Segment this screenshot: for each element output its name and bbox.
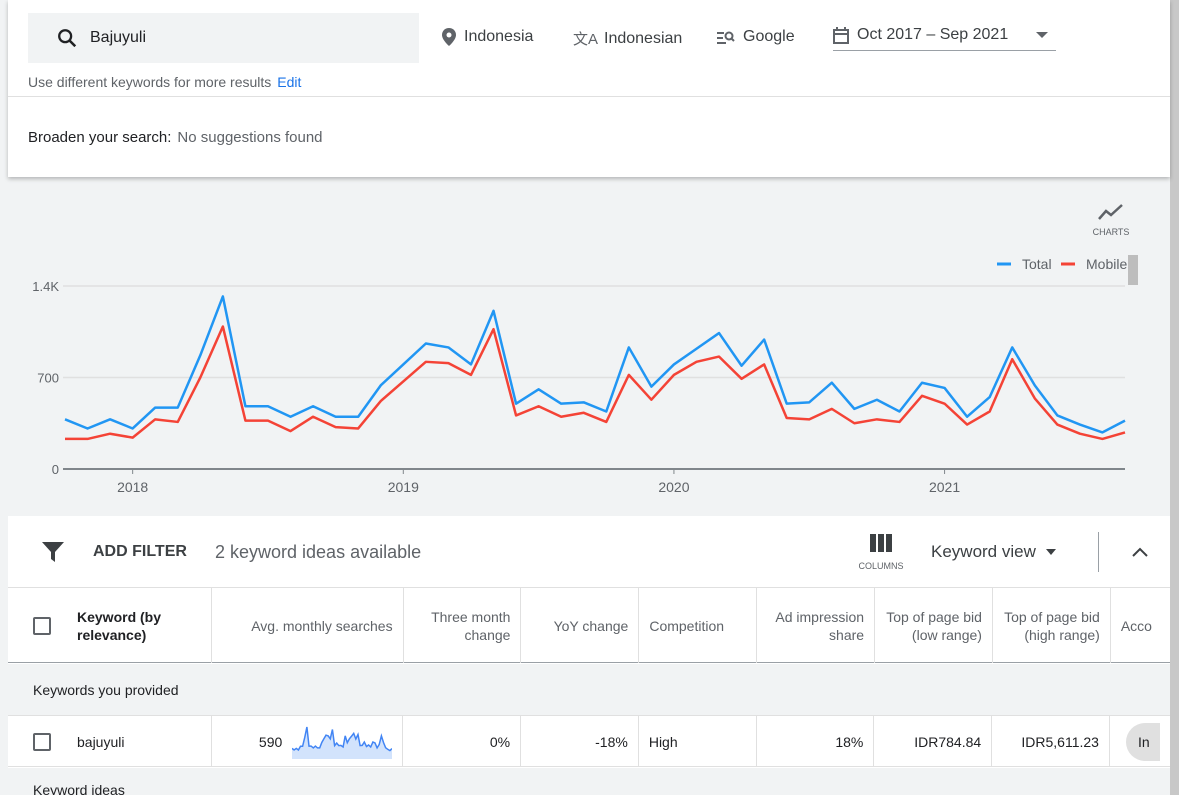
columns-label: COLUMNS bbox=[858, 561, 904, 571]
broaden-value: No suggestions found bbox=[177, 129, 323, 146]
language-label: Indonesian bbox=[604, 29, 683, 47]
location-selector[interactable]: Indonesia bbox=[442, 28, 533, 46]
edit-link[interactable]: Edit bbox=[277, 74, 301, 90]
filter-bar: ADD FILTER 2 keyword ideas available COL… bbox=[8, 516, 1170, 588]
keyword-cell: bajuyuli bbox=[77, 733, 125, 750]
filter-icon[interactable] bbox=[42, 542, 64, 562]
series-line-total bbox=[64, 295, 1126, 434]
search-icon bbox=[58, 29, 77, 48]
header-label: Top of page bid (low range) bbox=[886, 608, 982, 643]
calendar-icon bbox=[833, 26, 849, 44]
header-bid-high[interactable]: Top of page bid (high range) bbox=[993, 588, 1111, 663]
x-tick-label: 2019 bbox=[388, 479, 419, 495]
table-row[interactable]: bajuyuli 590 0% -18% High 18% IDR784.84 … bbox=[8, 716, 1170, 767]
header-label: YoY change bbox=[553, 617, 629, 634]
legend-label: Total bbox=[1022, 256, 1052, 272]
search-volume-chart: 0 700 1.4K 2018 2019 2020 2021 Total Mobile bbox=[32, 255, 1138, 495]
keyword-table: Keyword (by relevance) Avg. monthly sear… bbox=[8, 588, 1170, 795]
section-provided: Keywords you provided bbox=[8, 664, 1170, 716]
search-query: Bajuyuli bbox=[90, 29, 147, 46]
x-tick-label: 2021 bbox=[929, 479, 960, 495]
y-tick-label: 1.4K bbox=[32, 279, 59, 294]
header-competition[interactable]: Competition bbox=[639, 588, 758, 663]
columns-icon bbox=[870, 534, 892, 552]
date-range-label: Oct 2017 – Sep 2021 bbox=[857, 26, 1009, 43]
account-status-chip[interactable]: In bbox=[1125, 722, 1160, 761]
header-label: Ad impression share bbox=[775, 608, 865, 643]
scrollbar[interactable] bbox=[1170, 0, 1179, 795]
header-label: Top of page bid (high range) bbox=[1004, 608, 1100, 643]
x-tick-label: 2020 bbox=[658, 479, 689, 495]
columns-button[interactable]: COLUMNS bbox=[853, 534, 909, 571]
language-selector[interactable]: 文A Indonesian bbox=[573, 28, 682, 49]
legend-label: Mobile bbox=[1086, 256, 1127, 272]
header-label: Avg. monthly searches bbox=[251, 617, 393, 634]
row-checkbox[interactable] bbox=[33, 732, 51, 751]
legend-scroll-handle bbox=[1128, 255, 1138, 285]
header-label: Competition bbox=[649, 617, 725, 634]
network-label: Google bbox=[743, 28, 795, 45]
header-keyword[interactable]: Keyword (by relevance) bbox=[8, 588, 213, 663]
header-bid-low[interactable]: Top of page bid (low range) bbox=[875, 588, 993, 663]
search-network-icon bbox=[717, 31, 735, 44]
translate-icon: 文A bbox=[573, 31, 599, 48]
keyword-count: 2 keyword ideas available bbox=[215, 542, 422, 562]
y-tick-label: 0 bbox=[52, 462, 59, 477]
header-three-month[interactable]: Three month change bbox=[404, 588, 522, 663]
divider bbox=[1098, 532, 1099, 572]
header-yoy[interactable]: YoY change bbox=[521, 588, 640, 663]
series-line-mobile bbox=[65, 325, 1126, 441]
bid-low-cell: IDR784.84 bbox=[914, 733, 982, 750]
broaden-search: Broaden your search: No suggestions found bbox=[28, 129, 323, 146]
x-tick-label: 2018 bbox=[117, 479, 148, 495]
location-pin-icon bbox=[442, 28, 456, 46]
header-label: Three month change bbox=[431, 608, 511, 643]
three-month-cell: 0% bbox=[489, 733, 511, 750]
add-filter-button[interactable]: ADD FILTER bbox=[93, 543, 187, 561]
yoy-cell: -18% bbox=[595, 733, 628, 750]
chart-area: CHARTS 0 700 1.4K 2018 2019 2020 2021 Total Mobi… bbox=[0, 180, 1170, 515]
network-selector[interactable]: Google bbox=[717, 28, 795, 46]
sparkline bbox=[292, 726, 393, 759]
divider bbox=[8, 96, 1170, 97]
search-hint: Use different keywords for more results E… bbox=[28, 74, 301, 90]
ad-share-cell: 18% bbox=[835, 733, 864, 750]
select-all-checkbox[interactable] bbox=[33, 616, 51, 635]
y-tick-label: 700 bbox=[37, 371, 59, 386]
header-avg-monthly[interactable]: Avg. monthly searches bbox=[212, 588, 404, 663]
section-ideas: Keyword ideas bbox=[8, 768, 1170, 795]
table-header: Keyword (by relevance) Avg. monthly sear… bbox=[8, 588, 1170, 663]
broaden-label: Broaden your search: bbox=[28, 129, 172, 146]
hint-text: Use different keywords for more results bbox=[28, 74, 272, 90]
competition-cell: High bbox=[648, 733, 678, 750]
avg-searches-cell: 590 bbox=[258, 733, 283, 750]
collapse-chevron-icon[interactable] bbox=[1131, 546, 1149, 558]
keyword-view-label: Keyword view bbox=[931, 542, 1036, 561]
search-input[interactable]: Bajuyuli bbox=[28, 13, 419, 63]
dropdown-arrow-icon bbox=[1045, 549, 1056, 555]
header-label: Acco bbox=[1120, 617, 1152, 634]
search-panel: Bajuyuli Indonesia 文A Indonesian Google … bbox=[8, 0, 1170, 177]
dropdown-arrow-icon bbox=[1036, 32, 1048, 38]
bid-high-cell: IDR5,611.23 bbox=[1021, 733, 1099, 750]
date-range-selector[interactable]: Oct 2017 – Sep 2021 bbox=[833, 26, 1056, 51]
header-ad-share[interactable]: Ad impression share bbox=[757, 588, 876, 663]
keyword-view-dropdown[interactable]: Keyword view bbox=[931, 542, 1056, 562]
header-account[interactable]: Acco bbox=[1111, 588, 1170, 663]
location-label: Indonesia bbox=[464, 28, 534, 45]
header-label: Keyword (by relevance) bbox=[77, 608, 162, 643]
